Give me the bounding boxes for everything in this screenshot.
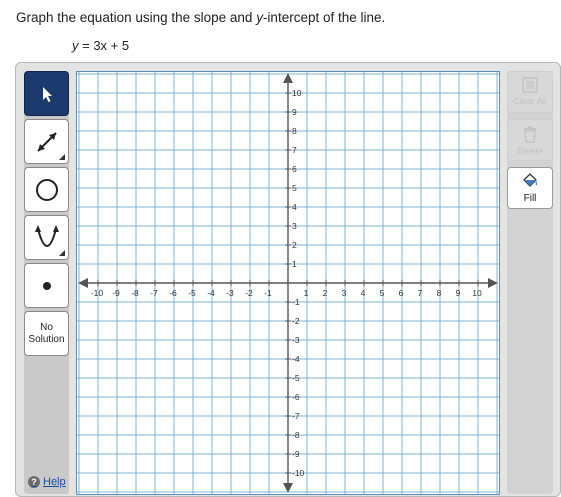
y-tick-label: -5 — [292, 373, 300, 383]
line-segment-icon — [36, 131, 57, 152]
fill-label: Fill — [523, 193, 537, 204]
help-label: Help — [43, 476, 66, 488]
y-tick-label: -10 — [292, 468, 305, 478]
clear-all-label: Clear All — [513, 96, 547, 106]
circle-tool-button[interactable] — [24, 167, 69, 212]
trash-icon — [524, 126, 536, 143]
x-tick-label: -3 — [226, 288, 234, 298]
x-tick-label: -9 — [112, 288, 120, 298]
parabola-tool-button[interactable] — [24, 215, 69, 260]
x-tick-label: 7 — [418, 288, 423, 298]
y-tick-label: -9 — [292, 449, 300, 459]
y-tick-label: 3 — [292, 221, 297, 231]
y-tick-label: 8 — [292, 126, 297, 136]
action-palette: Clear All Delete Fill — [507, 71, 553, 494]
paint-bucket-icon — [523, 173, 538, 187]
y-tick-label: -2 — [292, 316, 300, 326]
no-solution-button[interactable]: No Solution — [24, 311, 69, 356]
equation: y = 3x + 5 — [72, 38, 129, 53]
coordinate-graph[interactable]: -10 -9 -8 -7 -6 -5 -4 -3 -2 -1 1 2 3 4 5 6 7 8 9 10 10 9 8 7 6 5 4… — [76, 71, 500, 495]
x-tick-label: -5 — [188, 288, 196, 298]
x-tick-label: 4 — [361, 288, 366, 298]
pointer-arrow-icon — [42, 86, 52, 102]
x-tick-label: 2 — [323, 288, 328, 298]
y-tick-label: 9 — [292, 107, 297, 117]
x-tick-label: -10 — [91, 288, 104, 298]
y-tick-label: 2 — [292, 240, 297, 250]
x-tick-label: -4 — [207, 288, 215, 298]
y-tick-label: 6 — [292, 164, 297, 174]
tool-palette: No Solution — [24, 71, 69, 494]
y-tick-label: 7 — [292, 145, 297, 155]
y-tick-label: 1 — [292, 259, 297, 269]
help-link[interactable]: ? Help — [28, 476, 66, 488]
more-options-indicator — [59, 154, 65, 160]
delete-label: Delete — [516, 146, 543, 156]
x-tick-label: 1 — [304, 288, 309, 298]
x-tick-label: -6 — [169, 288, 177, 298]
y-tick-label: 4 — [292, 202, 297, 212]
no-solution-label: No Solution — [28, 322, 64, 346]
question-after: -intercept of the line. — [262, 10, 386, 25]
x-tick-label: -7 — [150, 288, 158, 298]
delete-button[interactable]: Delete — [507, 119, 553, 161]
clear-all-button[interactable]: Clear All — [507, 71, 553, 113]
point-icon — [42, 281, 51, 290]
y-tick-label: -1 — [292, 297, 300, 307]
no-solution-line1: No — [40, 321, 53, 333]
y-tick-label: -3 — [292, 335, 300, 345]
fill-button[interactable]: Fill — [507, 167, 553, 209]
x-tick-label: 5 — [380, 288, 385, 298]
help-icon: ? — [28, 476, 40, 488]
y-tick-label: -7 — [292, 411, 300, 421]
equation-rhs: = 3x + 5 — [78, 38, 130, 53]
x-tick-label: 8 — [437, 288, 442, 298]
clear-all-icon — [522, 77, 538, 93]
no-solution-line2: Solution — [28, 333, 65, 345]
question-var: y — [256, 10, 263, 25]
question-before: Graph the equation using the slope and — [16, 10, 257, 25]
y-tick-label: -8 — [292, 430, 300, 440]
y-tick-label: 10 — [292, 88, 302, 98]
more-options-indicator — [59, 250, 65, 256]
question-text: Graph the equation using the slope and y… — [16, 10, 385, 25]
y-tick-label: 5 — [292, 183, 297, 193]
x-tick-label: 9 — [456, 288, 461, 298]
y-tick-label: -6 — [292, 392, 300, 402]
x-tick-label: 3 — [342, 288, 347, 298]
x-tick-label: 6 — [399, 288, 404, 298]
y-tick-label: -4 — [292, 354, 300, 364]
line-tool-button[interactable] — [24, 119, 69, 164]
x-tick-label: -1 — [264, 288, 272, 298]
circle-icon — [35, 178, 58, 201]
select-tool-button[interactable] — [24, 71, 69, 116]
point-tool-button[interactable] — [24, 263, 69, 308]
x-tick-label: -2 — [245, 288, 253, 298]
parabola-icon — [34, 224, 59, 247]
x-tick-label: 10 — [472, 288, 482, 298]
x-tick-label: -8 — [131, 288, 139, 298]
